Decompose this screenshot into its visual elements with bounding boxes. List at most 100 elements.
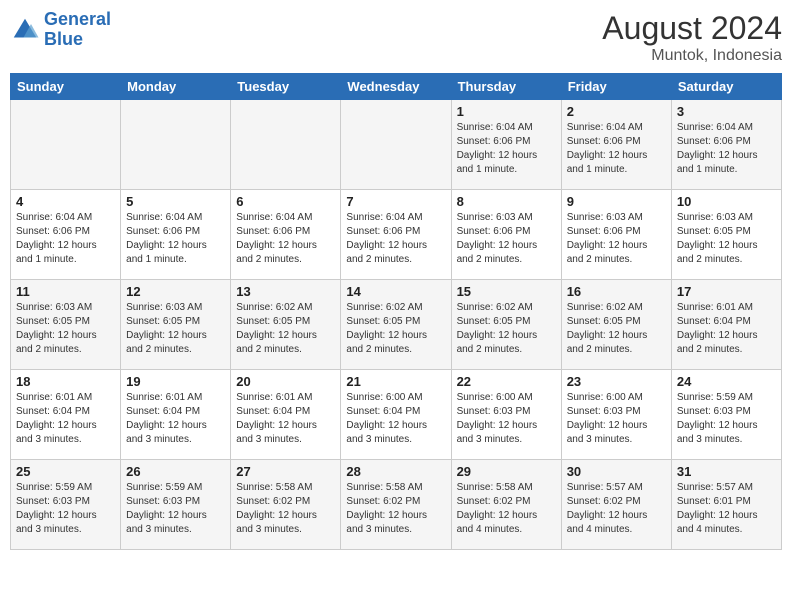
calendar-cell: 20 Sunrise: 6:01 AM Sunset: 6:04 PM Dayli…: [231, 370, 341, 460]
day-info: Sunrise: 6:03 AM Sunset: 6:05 PM Dayligh…: [16, 301, 115, 357]
day-number: 28: [346, 464, 445, 479]
day-number: 18: [16, 374, 115, 389]
day-info: Sunrise: 6:03 AM Sunset: 6:05 PM Dayligh…: [677, 211, 776, 267]
calendar-cell: 10Sunrise: 6:03 AM Sunset: 6:05 PM Dayli…: [671, 190, 781, 280]
week-row: 11 Sunrise: 6:03 AM Sunset: 6:05 PM Dayli…: [11, 280, 782, 370]
day-info: Sunrise: 6:00 AM Sunset: 6:03 PM Dayligh…: [457, 391, 556, 447]
day-number: 2: [567, 104, 666, 119]
calendar-cell: 1 Sunrise: 6:04 AM Sunset: 6:06 PM Daylig…: [451, 100, 561, 190]
calendar-cell: 31 Sunrise: 5:57 AM Sunset: 6:01 PM Dayli…: [671, 460, 781, 550]
day-number: 5: [126, 194, 225, 209]
day-info: Sunrise: 5:57 AM Sunset: 6:02 PM Dayligh…: [567, 481, 666, 537]
calendar-cell: [231, 100, 341, 190]
day-info: Sunrise: 6:01 AM Sunset: 6:04 PM Dayligh…: [16, 391, 115, 447]
day-number: 4: [16, 194, 115, 209]
calendar-cell: 25 Sunrise: 5:59 AM Sunset: 6:03 PM Dayli…: [11, 460, 121, 550]
day-number: 7: [346, 194, 445, 209]
day-number: 25: [16, 464, 115, 479]
day-info: Sunrise: 6:02 AM Sunset: 6:05 PM Dayligh…: [346, 301, 445, 357]
calendar-cell: 3 Sunrise: 6:04 AM Sunset: 6:06 PM Daylig…: [671, 100, 781, 190]
day-info: Sunrise: 6:02 AM Sunset: 6:05 PM Dayligh…: [236, 301, 335, 357]
month-year: August 2024: [602, 10, 782, 47]
calendar-cell: 30 Sunrise: 5:57 AM Sunset: 6:02 PM Dayli…: [561, 460, 671, 550]
day-number: 23: [567, 374, 666, 389]
day-number: 16: [567, 284, 666, 299]
day-info: Sunrise: 6:01 AM Sunset: 6:04 PM Dayligh…: [236, 391, 335, 447]
day-number: 1: [457, 104, 556, 119]
calendar-cell: 29Sunrise: 5:58 AM Sunset: 6:02 PM Dayli…: [451, 460, 561, 550]
day-number: 31: [677, 464, 776, 479]
day-number: 17: [677, 284, 776, 299]
calendar-cell: 16 Sunrise: 6:02 AM Sunset: 6:05 PM Dayli…: [561, 280, 671, 370]
calendar-cell: 2 Sunrise: 6:04 AM Sunset: 6:06 PM Daylig…: [561, 100, 671, 190]
day-info: Sunrise: 6:04 AM Sunset: 6:06 PM Dayligh…: [126, 211, 225, 267]
calendar-cell: 9Sunrise: 6:03 AM Sunset: 6:06 PM Daylig…: [561, 190, 671, 280]
day-number: 20: [236, 374, 335, 389]
day-number: 12: [126, 284, 225, 299]
day-info: Sunrise: 6:01 AM Sunset: 6:04 PM Dayligh…: [126, 391, 225, 447]
calendar-cell: 12 Sunrise: 6:03 AM Sunset: 6:05 PM Dayli…: [121, 280, 231, 370]
calendar-cell: 26 Sunrise: 5:59 AM Sunset: 6:03 PM Dayli…: [121, 460, 231, 550]
day-info: Sunrise: 5:59 AM Sunset: 6:03 PM Dayligh…: [677, 391, 776, 447]
calendar-cell: 8Sunrise: 6:03 AM Sunset: 6:06 PM Daylig…: [451, 190, 561, 280]
day-number: 22: [457, 374, 556, 389]
calendar-cell: 22 Sunrise: 6:00 AM Sunset: 6:03 PM Dayli…: [451, 370, 561, 460]
day-info: Sunrise: 5:58 AM Sunset: 6:02 PM Dayligh…: [457, 481, 556, 537]
location: Muntok, Indonesia: [602, 47, 782, 65]
title-block: August 2024 Muntok, Indonesia: [602, 10, 782, 65]
logo-icon: [10, 15, 40, 45]
day-number: 27: [236, 464, 335, 479]
day-info: Sunrise: 6:03 AM Sunset: 6:05 PM Dayligh…: [126, 301, 225, 357]
day-info: Sunrise: 5:57 AM Sunset: 6:01 PM Dayligh…: [677, 481, 776, 537]
calendar-cell: 14 Sunrise: 6:02 AM Sunset: 6:05 PM Dayli…: [341, 280, 451, 370]
day-header-monday: Monday: [121, 74, 231, 100]
day-number: 19: [126, 374, 225, 389]
day-info: Sunrise: 6:01 AM Sunset: 6:04 PM Dayligh…: [677, 301, 776, 357]
calendar-cell: 23 Sunrise: 6:00 AM Sunset: 6:03 PM Dayli…: [561, 370, 671, 460]
day-info: Sunrise: 6:02 AM Sunset: 6:05 PM Dayligh…: [567, 301, 666, 357]
day-info: Sunrise: 6:04 AM Sunset: 6:06 PM Dayligh…: [16, 211, 115, 267]
day-number: 14: [346, 284, 445, 299]
calendar-cell: 13Sunrise: 6:02 AM Sunset: 6:05 PM Dayli…: [231, 280, 341, 370]
day-header-friday: Friday: [561, 74, 671, 100]
calendar-cell: 19 Sunrise: 6:01 AM Sunset: 6:04 PM Dayli…: [121, 370, 231, 460]
calendar-cell: 6Sunrise: 6:04 AM Sunset: 6:06 PM Daylig…: [231, 190, 341, 280]
week-row: 4 Sunrise: 6:04 AM Sunset: 6:06 PM Daylig…: [11, 190, 782, 280]
day-number: 11: [16, 284, 115, 299]
day-number: 8: [457, 194, 556, 209]
day-info: Sunrise: 6:03 AM Sunset: 6:06 PM Dayligh…: [567, 211, 666, 267]
day-info: Sunrise: 6:02 AM Sunset: 6:05 PM Dayligh…: [457, 301, 556, 357]
day-info: Sunrise: 6:04 AM Sunset: 6:06 PM Dayligh…: [567, 121, 666, 177]
calendar-cell: [11, 100, 121, 190]
calendar-cell: 28 Sunrise: 5:58 AM Sunset: 6:02 PM Dayli…: [341, 460, 451, 550]
day-info: Sunrise: 6:04 AM Sunset: 6:06 PM Dayligh…: [346, 211, 445, 267]
day-info: Sunrise: 6:00 AM Sunset: 6:04 PM Dayligh…: [346, 391, 445, 447]
week-row: 25 Sunrise: 5:59 AM Sunset: 6:03 PM Dayli…: [11, 460, 782, 550]
day-number: 3: [677, 104, 776, 119]
day-number: 26: [126, 464, 225, 479]
day-header-tuesday: Tuesday: [231, 74, 341, 100]
calendar-table: SundayMondayTuesdayWednesdayThursdayFrid…: [10, 73, 782, 550]
day-info: Sunrise: 6:04 AM Sunset: 6:06 PM Dayligh…: [457, 121, 556, 177]
day-number: 21: [346, 374, 445, 389]
calendar-cell: 7 Sunrise: 6:04 AM Sunset: 6:06 PM Daylig…: [341, 190, 451, 280]
calendar-cell: 27 Sunrise: 5:58 AM Sunset: 6:02 PM Dayli…: [231, 460, 341, 550]
day-info: Sunrise: 6:04 AM Sunset: 6:06 PM Dayligh…: [677, 121, 776, 177]
calendar-cell: 18 Sunrise: 6:01 AM Sunset: 6:04 PM Dayli…: [11, 370, 121, 460]
day-number: 15: [457, 284, 556, 299]
day-number: 30: [567, 464, 666, 479]
day-info: Sunrise: 5:58 AM Sunset: 6:02 PM Dayligh…: [346, 481, 445, 537]
logo-text: General Blue: [44, 10, 111, 50]
header-row: SundayMondayTuesdayWednesdayThursdayFrid…: [11, 74, 782, 100]
page-header: General Blue August 2024 Muntok, Indones…: [10, 10, 782, 65]
day-info: Sunrise: 5:58 AM Sunset: 6:02 PM Dayligh…: [236, 481, 335, 537]
calendar-cell: 5 Sunrise: 6:04 AM Sunset: 6:06 PM Daylig…: [121, 190, 231, 280]
calendar-cell: [121, 100, 231, 190]
day-info: Sunrise: 5:59 AM Sunset: 6:03 PM Dayligh…: [126, 481, 225, 537]
calendar-cell: 21 Sunrise: 6:00 AM Sunset: 6:04 PM Dayli…: [341, 370, 451, 460]
calendar-cell: 24Sunrise: 5:59 AM Sunset: 6:03 PM Dayli…: [671, 370, 781, 460]
calendar-cell: [341, 100, 451, 190]
day-header-saturday: Saturday: [671, 74, 781, 100]
day-info: Sunrise: 6:00 AM Sunset: 6:03 PM Dayligh…: [567, 391, 666, 447]
day-info: Sunrise: 5:59 AM Sunset: 6:03 PM Dayligh…: [16, 481, 115, 537]
